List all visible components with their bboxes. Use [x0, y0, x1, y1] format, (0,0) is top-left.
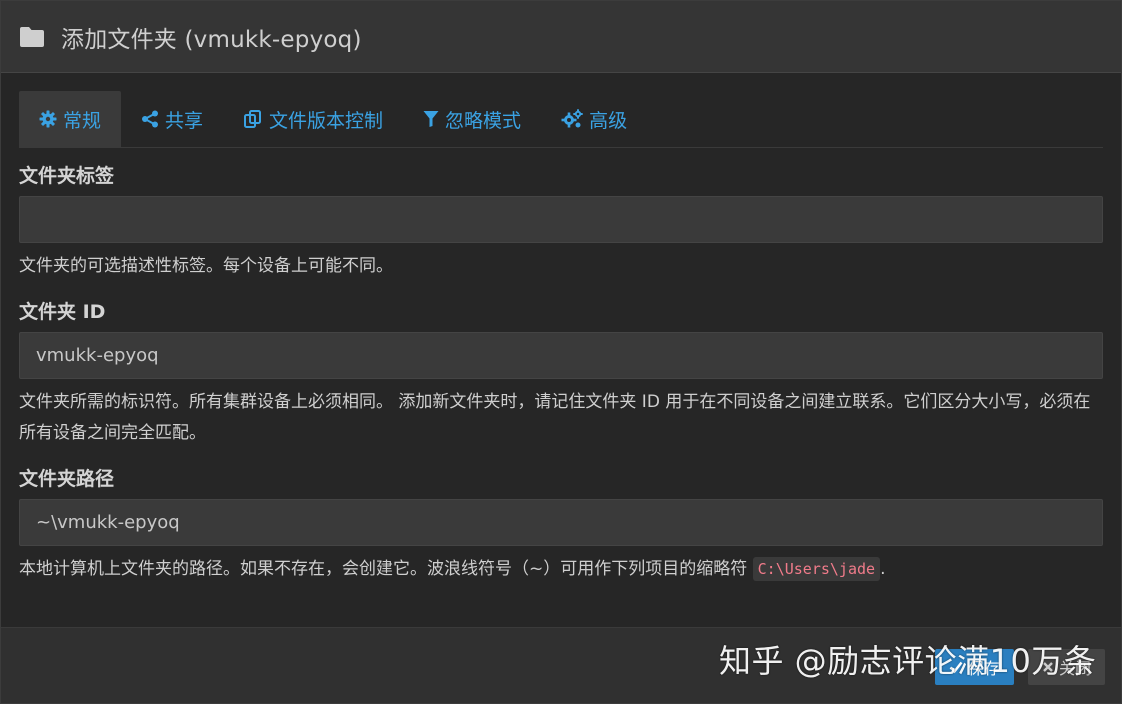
folder-id-input[interactable]: [19, 332, 1103, 379]
tab-general-label: 常规: [63, 109, 102, 132]
folder-id-title: 文件夹 ID: [19, 301, 106, 323]
folder-label-help: 文件夹的可选描述性标签。每个设备上可能不同。: [19, 256, 393, 276]
folder-path-help-text: 本地计算机上文件夹的路径。如果不存在，会创建它。波浪线符号（~）可用作下列项目的…: [19, 559, 753, 579]
tab-advanced-label: 高级: [589, 109, 628, 132]
folder-icon: [19, 26, 45, 48]
dialog-header: 添加文件夹 (vmukk-epyoq): [1, 1, 1121, 73]
dialog-body: 常规 共享 文件版本控制 忽略模式 高级 文件夹标签 文件夹的可选描述性标签。每…: [1, 73, 1121, 585]
tab-sharing[interactable]: 共享: [121, 91, 223, 147]
tab-versioning-label: 文件版本控制: [269, 109, 384, 132]
save-button-label: 保存: [968, 659, 1001, 678]
cogs-icon: [561, 109, 583, 128]
folder-label-title: 文件夹标签: [19, 165, 115, 187]
folder-id-help: 文件夹所需的标识符。所有集群设备上必须相同。 添加新文件夹时，请记住文件夹 ID…: [19, 392, 1091, 443]
tab-versioning[interactable]: 文件版本控制: [223, 91, 403, 147]
tab-ignore-patterns[interactable]: 忽略模式: [403, 91, 541, 147]
close-button[interactable]: 关闭: [1028, 649, 1106, 685]
dialog-footer: 保存 关闭: [1, 627, 1121, 703]
filter-icon: [423, 111, 439, 127]
tab-bar: 常规 共享 文件版本控制 忽略模式 高级: [19, 91, 1103, 148]
tab-advanced[interactable]: 高级: [541, 91, 647, 147]
save-button[interactable]: 保存: [935, 649, 1015, 685]
dialog-title: 添加文件夹 (vmukk-epyoq): [61, 26, 362, 53]
folder-label-input[interactable]: [19, 196, 1103, 243]
home-path-code: C:\Users\jade: [752, 557, 881, 581]
check-icon: [949, 661, 963, 674]
folder-path-help: 本地计算机上文件夹的路径。如果不存在，会创建它。波浪线符号（~）可用作下列项目的…: [19, 554, 1103, 585]
folder-path-input[interactable]: [19, 499, 1103, 546]
folder-path-title: 文件夹路径: [19, 468, 115, 490]
close-button-label: 关闭: [1059, 659, 1092, 678]
tab-ignore-patterns-label: 忽略模式: [445, 109, 522, 132]
tab-general[interactable]: 常规: [19, 91, 122, 147]
folder-path-help-suffix: .: [880, 559, 886, 579]
share-icon: [142, 110, 159, 128]
gear-icon: [39, 110, 57, 128]
tab-sharing-label: 共享: [165, 109, 204, 132]
add-folder-dialog: 添加文件夹 (vmukk-epyoq) 常规 共享 文件版本控制 忽略模式 高级…: [0, 0, 1122, 704]
copy-icon: [244, 110, 262, 128]
close-icon: [1043, 662, 1053, 672]
